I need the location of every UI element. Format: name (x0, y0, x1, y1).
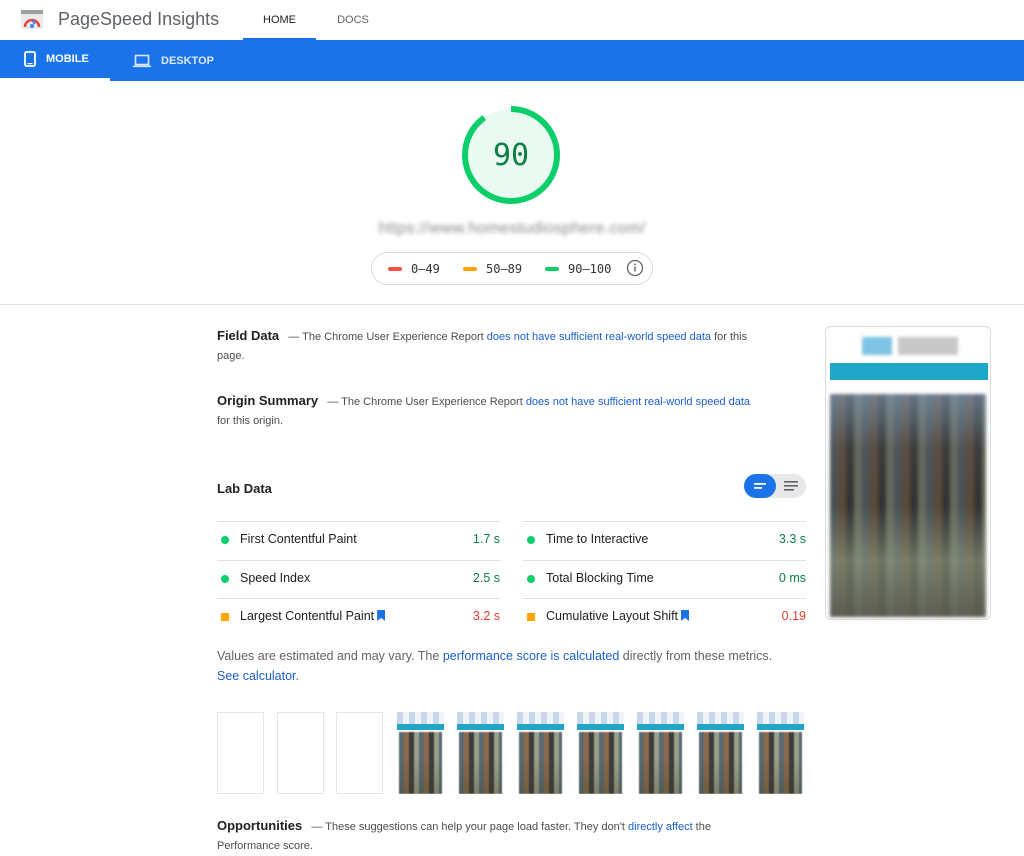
opportunities-text-before: These suggestions can help your page loa… (325, 821, 629, 833)
site-logo (862, 337, 958, 355)
metric-row: First Contentful Paint 1.7 s (217, 521, 500, 559)
tab-mobile-label: MOBILE (46, 53, 89, 65)
expanded-list-icon[interactable] (776, 474, 806, 498)
filmstrip-frame (637, 712, 684, 794)
metrics-view-toggle[interactable] (744, 474, 806, 498)
pass-circle-icon (221, 575, 229, 583)
info-icon[interactable] (626, 259, 644, 277)
legend-pass: 90–100 (545, 262, 611, 276)
pagespeed-logo-icon (21, 10, 43, 29)
pass-circle-icon (221, 536, 229, 544)
pass-circle-icon (527, 575, 535, 583)
metric-name: First Contentful Paint (240, 532, 357, 546)
metric-name: Largest Contentful Paint (240, 609, 386, 623)
note-text-after: . (295, 669, 300, 683)
average-square-icon (221, 613, 229, 621)
tab-mobile[interactable]: MOBILE (0, 40, 110, 81)
metric-row: Time to Interactive 3.3 s (523, 521, 806, 559)
field-data-dash: — (288, 331, 300, 343)
metric-value: 3.3 s (778, 532, 806, 546)
metric-row: Largest Contentful Paint 3.2 s (217, 598, 500, 636)
note-text-before: Values are estimated and may vary. The (217, 649, 443, 663)
fail-indicator-icon (388, 266, 402, 271)
app-title: PageSpeed Insights (58, 9, 220, 29)
score-legend: 0–49 50–89 90–100 (371, 252, 653, 285)
metric-row: Total Blocking Time 0 ms (523, 560, 806, 598)
legend-pass-label: 90–100 (568, 262, 612, 276)
metric-value: 0.19 (781, 609, 806, 623)
directly-affect-link[interactable]: directly affect (628, 821, 693, 833)
metric-value: 0 ms (778, 571, 806, 585)
analyzed-url: https://www.homestudiosphere.com/ (378, 220, 646, 237)
metric-name: Time to Interactive (546, 532, 649, 546)
legend-average: 50–89 (463, 262, 522, 276)
device-tab-bar: MOBILE DESKTOP (0, 40, 1024, 81)
filmstrip-frame-blank (336, 712, 383, 794)
filmstrip-frame-blank (217, 712, 264, 794)
metric-value: 1.7 s (472, 532, 500, 546)
filmstrip-frame (457, 712, 504, 794)
tab-desktop-label: DESKTOP (161, 54, 214, 67)
tab-desktop[interactable]: DESKTOP (133, 40, 233, 81)
metric-name: Speed Index (240, 571, 311, 585)
toggle-compact-view[interactable] (744, 474, 776, 498)
filmstrip-frame (577, 712, 624, 794)
performance-score: 90 (492, 138, 530, 173)
performance-score-link[interactable]: performance score is calculated (443, 649, 619, 663)
pass-indicator-icon (545, 266, 559, 271)
new-metric-bookmark-icon (681, 610, 690, 621)
origin-summary-section: Origin Summary — The Chrome User Experie… (217, 391, 757, 431)
opportunities-dash: — (311, 821, 323, 833)
compact-list-icon (754, 483, 766, 489)
lab-data-title: Lab Data (217, 481, 272, 496)
see-calculator-link[interactable]: See calculator (217, 669, 296, 683)
average-square-icon (527, 613, 535, 621)
phone-icon (24, 51, 36, 67)
metric-row: Cumulative Layout Shift 0.19 (523, 598, 806, 636)
field-data-link[interactable]: does not have sufficient real-world spee… (487, 331, 711, 343)
tab-docs[interactable]: DOCS (320, 0, 386, 40)
new-metric-bookmark-icon (377, 610, 386, 621)
opportunities-title: Opportunities (217, 818, 303, 833)
opportunities-section: Opportunities — These suggestions can he… (217, 816, 757, 856)
metric-name: Cumulative Layout Shift (546, 609, 690, 623)
legend-average-label: 50–89 (486, 262, 523, 276)
tab-home[interactable]: HOME (243, 0, 316, 40)
field-data-title: Field Data (217, 328, 280, 343)
filmstrip-frame (397, 712, 444, 794)
section-divider (0, 304, 1024, 305)
origin-summary-text-after: for this origin. (217, 415, 284, 427)
pass-circle-icon (527, 536, 535, 544)
field-data-text-before: The Chrome User Experience Report (302, 331, 487, 343)
average-indicator-icon (463, 266, 477, 271)
field-data-section: Field Data — The Chrome User Experience … (217, 326, 757, 366)
origin-summary-text-before: The Chrome User Experience Report (341, 396, 526, 408)
values-note: Values are estimated and may vary. The p… (217, 646, 777, 686)
metric-row: Speed Index 2.5 s (217, 560, 500, 598)
legend-fail: 0–49 (388, 262, 440, 276)
site-hero-image (830, 394, 986, 617)
legend-fail-label: 0–49 (411, 262, 440, 276)
laptop-icon (133, 54, 151, 67)
note-text-mid: directly from these metrics. (619, 649, 773, 663)
metric-name: Total Blocking Time (546, 571, 654, 585)
metric-value: 2.5 s (472, 571, 500, 585)
filmstrip-frame (517, 712, 564, 794)
filmstrip-frame-blank (277, 712, 324, 794)
metric-value: 3.2 s (472, 609, 500, 623)
site-nav-bar (830, 363, 988, 380)
final-screenshot (825, 326, 991, 620)
origin-summary-title: Origin Summary (217, 393, 319, 408)
origin-summary-link[interactable]: does not have sufficient real-world spee… (526, 396, 750, 408)
filmstrip-frame (757, 712, 804, 794)
origin-summary-dash: — (327, 396, 339, 408)
top-bar: PageSpeed Insights HOME DOCS (0, 0, 1024, 40)
filmstrip-frame (697, 712, 744, 794)
